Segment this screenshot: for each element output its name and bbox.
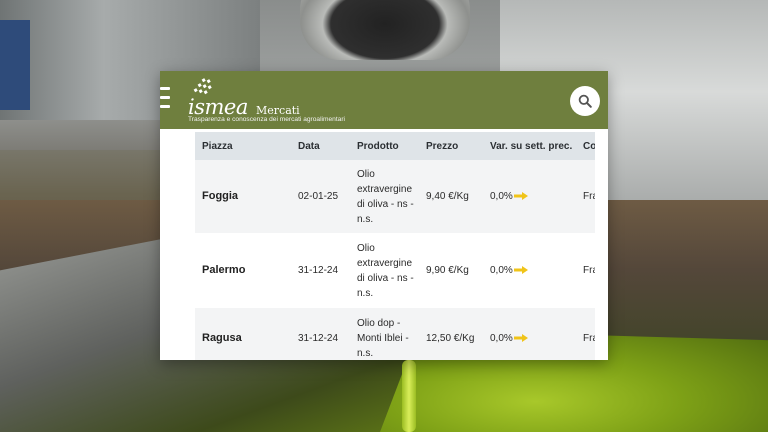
background-oil-stream: [402, 360, 416, 432]
cell-data: 02-01-25: [291, 160, 350, 233]
cell-piazza: Ragusa: [195, 308, 291, 360]
column-header-prodotto[interactable]: Prodotto: [350, 132, 419, 160]
column-header-prezzo[interactable]: Prezzo: [419, 132, 483, 160]
cell-truncated: Fra: [576, 233, 595, 308]
search-button[interactable]: [570, 86, 600, 116]
table-header-row: Piazza Data Prodotto Prezzo Var. su sett…: [195, 132, 595, 160]
cell-prezzo: 9,90 €/Kg: [419, 233, 483, 308]
cell-piazza: Foggia: [195, 160, 291, 233]
prices-table: Piazza Data Prodotto Prezzo Var. su sett…: [195, 132, 595, 360]
variazione-value: 0,0%: [490, 265, 513, 276]
logo-subtitle: Mercati: [256, 104, 300, 117]
background-blue-machine: [0, 20, 30, 110]
column-header-piazza[interactable]: Piazza: [195, 132, 291, 160]
header-tagline: Trasparenza e conoscenza dei mercati agr…: [188, 116, 345, 123]
table-row[interactable]: Foggia 02-01-25 Olio extravergine di oli…: [195, 160, 595, 233]
cell-data: 31-12-24: [291, 308, 350, 360]
cell-data: 31-12-24: [291, 233, 350, 308]
right-arrow-icon: [513, 266, 528, 275]
cell-variazione: 0,0%: [483, 308, 576, 360]
variazione-value: 0,0%: [490, 332, 513, 344]
cell-prodotto: Olio dop - Monti Iblei - n.s.: [350, 308, 419, 360]
cell-prezzo: 12,50 €/Kg: [419, 308, 483, 360]
search-icon: [578, 94, 592, 108]
variazione-value: 0,0%: [490, 191, 513, 202]
cell-piazza: Palermo: [195, 233, 291, 308]
logo-wordmark: ismea: [188, 95, 248, 119]
cell-prodotto: Olio extravergine di oliva - ns - n.s.: [350, 160, 419, 233]
background-pipe: [300, 0, 470, 60]
cell-variazione: 0,0%: [483, 233, 576, 308]
cell-truncated: Fra: [576, 160, 595, 233]
cell-variazione: 0,0%: [483, 160, 576, 233]
hamburger-menu-icon[interactable]: [160, 87, 170, 115]
column-header-truncated[interactable]: Co: [576, 132, 595, 160]
table-row[interactable]: Ragusa 31-12-24 Olio dop - Monti Iblei -…: [195, 308, 595, 360]
cell-prodotto: Olio extravergine di oliva - ns - n.s.: [350, 233, 419, 308]
column-header-variazione[interactable]: Var. su sett. prec.: [483, 132, 576, 160]
cell-truncated: Fra: [576, 308, 595, 360]
cell-prezzo: 9,40 €/Kg: [419, 160, 483, 233]
right-arrow-icon: [513, 192, 528, 201]
table-row[interactable]: Palermo 31-12-24 Olio extravergine di ol…: [195, 233, 595, 308]
app-header: ismea Mercati Trasparenza e conoscenza d…: [160, 71, 608, 129]
right-arrow-icon: [513, 333, 528, 342]
prices-table-container[interactable]: Piazza Data Prodotto Prezzo Var. su sett…: [195, 132, 595, 360]
ismea-app-screen: ismea Mercati Trasparenza e conoscenza d…: [160, 71, 608, 360]
column-header-data[interactable]: Data: [291, 132, 350, 160]
